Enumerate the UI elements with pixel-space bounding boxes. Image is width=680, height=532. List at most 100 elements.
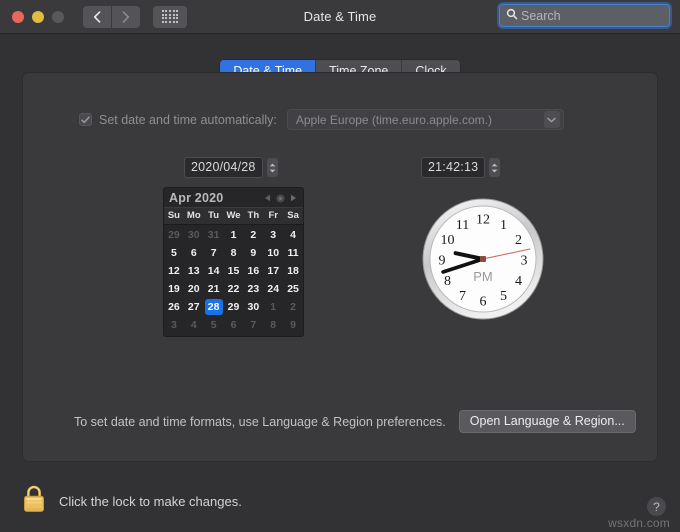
calendar-day[interactable]: 30: [243, 298, 263, 316]
calendar-day[interactable]: 17: [263, 262, 283, 280]
calendar-day-label: 7: [211, 247, 217, 259]
clock-numeral: 3: [521, 254, 528, 269]
time-server-value: Apple Europe (time.euro.apple.com.): [296, 113, 492, 127]
calendar-day-selected[interactable]: 28: [204, 298, 224, 316]
calendar-day-label: 21: [208, 283, 220, 295]
calendar-day[interactable]: 16: [243, 262, 263, 280]
lock-row[interactable]: Click the lock to make changes.: [22, 484, 242, 518]
calendar-day-label: 31: [208, 229, 220, 241]
calendar-day[interactable]: 4: [184, 316, 204, 334]
weekday-th: Th: [243, 208, 263, 224]
time-input[interactable]: 21:42:13: [421, 157, 485, 178]
calendar-day[interactable]: 26: [164, 298, 184, 316]
calendar-day[interactable]: 2: [243, 226, 263, 244]
formats-help-text: To set date and time formats, use Langua…: [74, 415, 446, 429]
calendar-day-label: 1: [231, 229, 237, 241]
calendar-day[interactable]: 14: [204, 262, 224, 280]
calendar-day[interactable]: 10: [263, 244, 283, 262]
calendar-day-label: 16: [248, 265, 260, 277]
calendar-day-label: 9: [290, 319, 296, 331]
calendar-day[interactable]: 5: [204, 316, 224, 334]
today-button[interactable]: [276, 194, 285, 203]
calendar-day[interactable]: 8: [263, 316, 283, 334]
calendar-day[interactable]: 9: [283, 316, 303, 334]
open-language-region-button[interactable]: Open Language & Region...: [459, 410, 636, 433]
time-server-popup-button[interactable]: Apple Europe (time.euro.apple.com.): [287, 109, 564, 130]
calendar-day-label: 7: [250, 319, 256, 331]
calendar-day[interactable]: 23: [243, 280, 263, 298]
time-stepper[interactable]: [489, 158, 500, 177]
close-button[interactable]: [12, 11, 24, 23]
calendar-day[interactable]: 1: [263, 298, 283, 316]
calendar-day-label: 3: [171, 319, 177, 331]
date-input[interactable]: 2020/04/28: [184, 157, 263, 178]
forward-button[interactable]: [112, 6, 140, 28]
calendar-day[interactable]: 31: [204, 226, 224, 244]
calendar-day-label: 19: [168, 283, 180, 295]
calendar-day[interactable]: 18: [283, 262, 303, 280]
search-field[interactable]: [499, 4, 670, 27]
calendar-day[interactable]: 5: [164, 244, 184, 262]
previous-month-button[interactable]: [264, 194, 271, 202]
calendar-day[interactable]: 7: [204, 244, 224, 262]
calendar-day-label: 12: [168, 265, 180, 277]
search-input[interactable]: [521, 9, 680, 23]
analog-clock: 121234567891011PM: [421, 197, 545, 321]
calendar-day[interactable]: 6: [184, 244, 204, 262]
weekday-tu: Tu: [204, 208, 224, 224]
calendar-day[interactable]: 4: [283, 226, 303, 244]
clock-meridiem: PM: [473, 269, 493, 284]
calendar-day-label: 28: [208, 301, 220, 313]
calendar-day[interactable]: 6: [224, 316, 244, 334]
search-icon: [506, 7, 518, 25]
calendar-day-label: 3: [270, 229, 276, 241]
lock-message: Click the lock to make changes.: [59, 494, 242, 509]
calendar-day[interactable]: 8: [224, 244, 244, 262]
calendar-day[interactable]: 30: [184, 226, 204, 244]
show-all-button[interactable]: [153, 6, 187, 28]
calendar-day[interactable]: 9: [243, 244, 263, 262]
date-stepper[interactable]: [267, 158, 278, 177]
calendar-day[interactable]: 7: [243, 316, 263, 334]
calendar-day[interactable]: 15: [224, 262, 244, 280]
calendar-day[interactable]: 20: [184, 280, 204, 298]
clock-numeral: 6: [480, 295, 487, 310]
calendar-widget[interactable]: Apr 2020 Su Mo Tu We Th: [163, 187, 304, 337]
calendar-day[interactable]: 3: [263, 226, 283, 244]
calendar-day[interactable]: 21: [204, 280, 224, 298]
clock-numeral: 5: [500, 289, 507, 304]
calendar-day[interactable]: 13: [184, 262, 204, 280]
formats-row: To set date and time formats, use Langua…: [74, 410, 629, 433]
help-button[interactable]: ?: [647, 497, 666, 516]
lock-closed-icon[interactable]: [22, 484, 46, 518]
calendar-day-label: 2: [290, 301, 296, 313]
set-automatically-checkbox[interactable]: [79, 113, 92, 126]
zoom-button: [52, 11, 64, 23]
stepper-down-icon: [491, 169, 498, 173]
calendar-day-label: 9: [250, 247, 256, 259]
calendar-day[interactable]: 12: [164, 262, 184, 280]
calendar-day[interactable]: 2: [283, 298, 303, 316]
calendar-day[interactable]: 1: [224, 226, 244, 244]
set-automatically-row: Set date and time automatically: Apple E…: [79, 109, 564, 130]
calendar-day[interactable]: 27: [184, 298, 204, 316]
next-month-button[interactable]: [290, 194, 297, 202]
calendar-day[interactable]: 25: [283, 280, 303, 298]
minimize-button[interactable]: [32, 11, 44, 23]
preferences-window: Date & Time Date & Time Time Zone Clock: [0, 0, 680, 532]
calendar-day[interactable]: 3: [164, 316, 184, 334]
calendar-day-label: 26: [168, 301, 180, 313]
calendar-day-label: 29: [228, 301, 240, 313]
clock-numeral: 11: [456, 218, 469, 233]
calendar-day[interactable]: 29: [164, 226, 184, 244]
calendar-day[interactable]: 22: [224, 280, 244, 298]
chevron-right-icon: [122, 11, 130, 23]
calendar-day[interactable]: 11: [283, 244, 303, 262]
weekday-mo: Mo: [184, 208, 204, 224]
calendar-day[interactable]: 24: [263, 280, 283, 298]
calendar-day[interactable]: 29: [224, 298, 244, 316]
calendar-day-label: 30: [248, 301, 260, 313]
calendar-day-label: 11: [288, 247, 299, 259]
back-button[interactable]: [83, 6, 111, 28]
calendar-day[interactable]: 19: [164, 280, 184, 298]
